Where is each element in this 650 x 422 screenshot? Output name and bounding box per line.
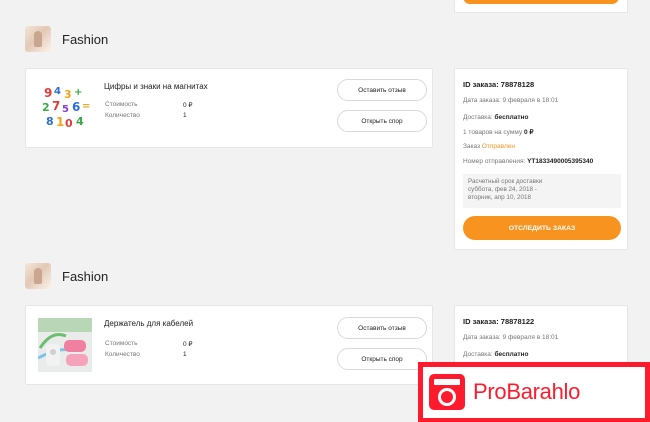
eta-title: Расчетный срок доставки — [468, 178, 543, 185]
status-badge: Отправлен — [481, 143, 515, 150]
svg-text:3: 3 — [64, 88, 72, 101]
store-avatar[interactable] — [25, 26, 51, 52]
svg-text:1: 1 — [56, 115, 64, 129]
tracking-number: Номер отправления: YT1833490005395340 — [463, 158, 594, 165]
svg-text:5: 5 — [62, 104, 69, 115]
quantity-label: Количество — [105, 112, 140, 119]
cost-label: Стоимость — [105, 340, 138, 347]
open-dispute-button[interactable]: Открыть спор — [337, 348, 427, 370]
svg-text:4: 4 — [54, 86, 61, 97]
store-avatar[interactable] — [25, 263, 51, 289]
watermark-logo: ProBarahlo — [418, 362, 650, 422]
svg-text:8: 8 — [46, 115, 54, 128]
svg-text:6: 6 — [72, 100, 80, 114]
store-header: Fashion — [25, 263, 108, 289]
product-title[interactable]: Цифры и знаки на магнитах — [104, 82, 208, 91]
order-date: Дата заказа: 9 февраля в 18:01 — [463, 97, 559, 104]
svg-text:0: 0 — [65, 117, 73, 130]
order-id: ID заказа: 78878128 — [463, 80, 535, 89]
cost-value: 0 ₽ — [183, 102, 193, 109]
delivery-estimate-box: Расчетный срок доставки суббота, фев 24,… — [463, 174, 621, 208]
eta-from: суббота, фев 24, 2018 - — [468, 186, 537, 193]
order-date: Дата заказа: 9 февраля в 18:01 — [463, 334, 559, 341]
leave-review-button[interactable]: Оставить отзыв — [337, 317, 427, 339]
svg-text:9: 9 — [44, 86, 52, 100]
previous-track-button-edge[interactable] — [463, 0, 619, 4]
svg-text:+: + — [74, 87, 82, 98]
open-dispute-button[interactable]: Открыть спор — [337, 110, 427, 132]
previous-order-info-tail — [454, 0, 628, 13]
quantity-value: 1 — [183, 351, 187, 358]
delivery-info: Доставка: бесплатно — [463, 114, 529, 121]
svg-text:=: = — [82, 101, 90, 112]
quantity-value: 1 — [183, 112, 187, 119]
svg-text:7: 7 — [52, 99, 60, 113]
washing-machine-icon — [429, 374, 465, 410]
svg-text:4: 4 — [76, 115, 84, 128]
svg-text:2: 2 — [42, 101, 50, 114]
order-status: Заказ Отправлен — [463, 143, 515, 150]
product-image[interactable]: 9 4 3 + 2 7 5 6 = 8 1 0 4 — [38, 81, 92, 135]
cost-label: Стоимость — [105, 101, 138, 108]
quantity-label: Количество — [105, 351, 140, 358]
product-title[interactable]: Держатель для кабелей — [104, 319, 193, 328]
delivery-info: Доставка: бесплатно — [463, 351, 529, 358]
leave-review-button[interactable]: Оставить отзыв — [337, 79, 427, 101]
order-item-card: 9 4 3 + 2 7 5 6 = 8 1 0 4 Цифры и знаки … — [25, 68, 433, 148]
store-name[interactable]: Fashion — [62, 32, 108, 47]
cost-value: 0 ₽ — [183, 341, 193, 348]
watermark-text: ProBarahlo — [473, 379, 581, 404]
eta-to: вторник, апр 10, 2018 — [468, 194, 531, 201]
store-name[interactable]: Fashion — [62, 269, 108, 284]
track-order-button[interactable]: ОТСЛЕДИТЬ ЗАКАЗ — [463, 216, 621, 240]
order-item-card: Держатель для кабелей Стоимость 0 ₽ Коли… — [25, 305, 433, 385]
store-header: Fashion — [25, 26, 108, 52]
items-sum: 1 товаров на сумму 0 ₽ — [463, 129, 534, 136]
order-info-panel: ID заказа: 78878128 Дата заказа: 9 февра… — [454, 68, 628, 250]
order-id: ID заказа: 78878122 — [463, 317, 535, 326]
product-image[interactable] — [38, 318, 92, 372]
